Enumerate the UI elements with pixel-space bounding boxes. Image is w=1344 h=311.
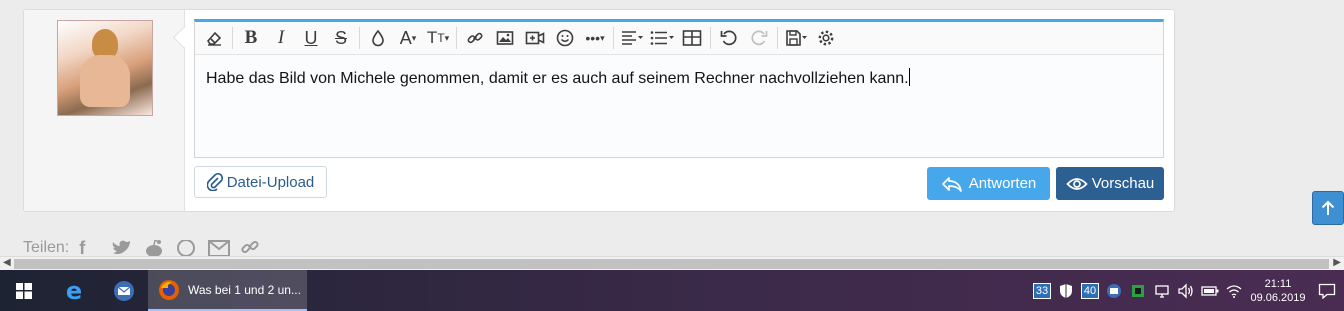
edge-taskbar-button[interactable]: e bbox=[50, 270, 98, 311]
list-icon[interactable] bbox=[647, 24, 677, 52]
firefox-task[interactable]: Was bei 1 und 2 un... bbox=[148, 270, 307, 311]
paperclip-icon bbox=[206, 173, 223, 191]
scroll-left-arrow[interactable]: ◀ bbox=[3, 257, 11, 268]
facebook-icon[interactable]: f bbox=[79, 240, 101, 256]
wifi-icon[interactable] bbox=[1222, 281, 1246, 301]
undo-icon[interactable] bbox=[714, 24, 744, 52]
italic-icon[interactable]: I bbox=[266, 24, 296, 52]
text-caret bbox=[908, 68, 910, 86]
file-upload-button[interactable]: Datei-Upload bbox=[194, 166, 327, 198]
green-app-icon[interactable] bbox=[1126, 281, 1150, 301]
more-icon[interactable]: ••• ▾ bbox=[580, 24, 610, 52]
preview-button[interactable]: Vorschau bbox=[1056, 167, 1164, 200]
bold-icon[interactable]: B bbox=[236, 24, 266, 52]
reddit-icon[interactable] bbox=[143, 240, 165, 256]
editor-toolbar: B I U S A ▾ T T ▾ ••• ▾ bbox=[195, 22, 1163, 55]
settings-icon[interactable] bbox=[811, 24, 841, 52]
twitter-icon[interactable] bbox=[111, 240, 133, 256]
underline-icon[interactable]: U bbox=[296, 24, 326, 52]
battery-icon[interactable] bbox=[1198, 281, 1222, 301]
horizontal-scrollbar[interactable]: ◀ ▶ bbox=[0, 256, 1344, 271]
windows-icon bbox=[16, 282, 32, 299]
editor-text: Habe das Bild von Michele genommen, dami… bbox=[206, 70, 909, 87]
link-icon[interactable] bbox=[460, 24, 490, 52]
clock[interactable]: 21:11 09.06.2019 bbox=[1246, 277, 1310, 305]
clock-date: 09.06.2019 bbox=[1250, 291, 1306, 304]
scroll-right-arrow[interactable]: ▶ bbox=[1333, 257, 1341, 268]
media-icon[interactable] bbox=[520, 24, 550, 52]
share-link-icon[interactable] bbox=[239, 240, 261, 256]
scroll-to-top-button[interactable] bbox=[1312, 191, 1344, 225]
eye-icon bbox=[1066, 177, 1088, 190]
edge-icon: e bbox=[65, 276, 83, 305]
reply-button[interactable]: Antworten bbox=[927, 167, 1050, 200]
image-icon[interactable] bbox=[490, 24, 520, 52]
mail-client-icon bbox=[114, 280, 134, 301]
arrow-up-icon bbox=[1321, 200, 1335, 215]
firefox-icon bbox=[159, 279, 179, 300]
drafts-icon[interactable] bbox=[781, 24, 811, 52]
action-center-button[interactable] bbox=[1310, 270, 1344, 311]
system-tray: 33 40 21:11 09.06.2019 bbox=[1030, 270, 1344, 311]
share-row: Teilen: f bbox=[23, 240, 261, 256]
windows-taskbar: e Was bei 1 und 2 un... 33 40 21:11 09.0… bbox=[0, 270, 1344, 311]
whatsapp-icon[interactable] bbox=[175, 240, 197, 256]
mail-taskbar-button[interactable] bbox=[100, 270, 148, 311]
editor-content[interactable]: Habe das Bild von Michele genommen, dami… bbox=[206, 68, 910, 88]
font-family-icon[interactable]: A ▾ bbox=[393, 24, 423, 52]
network-tray-icon[interactable] bbox=[1150, 281, 1174, 301]
reply-label: Antworten bbox=[968, 175, 1037, 192]
notification-icon bbox=[1318, 283, 1336, 299]
reply-icon bbox=[941, 176, 962, 192]
table-icon[interactable] bbox=[677, 24, 707, 52]
volume-icon[interactable] bbox=[1174, 281, 1198, 301]
eraser-icon[interactable] bbox=[199, 24, 229, 52]
align-icon[interactable] bbox=[617, 24, 647, 52]
redo-icon[interactable] bbox=[744, 24, 774, 52]
strikethrough-icon[interactable]: S bbox=[326, 24, 356, 52]
tray-badge-1[interactable]: 33 bbox=[1030, 281, 1054, 301]
mail-tray-icon[interactable] bbox=[1102, 281, 1126, 301]
start-button[interactable] bbox=[0, 270, 48, 311]
rich-text-editor[interactable]: B I U S A ▾ T T ▾ ••• ▾ Habe das Bild vo… bbox=[194, 19, 1164, 158]
emoji-icon[interactable] bbox=[550, 24, 580, 52]
font-size-icon[interactable]: T T ▾ bbox=[423, 24, 453, 52]
file-upload-label: Datei-Upload bbox=[226, 173, 315, 191]
clock-time: 21:11 bbox=[1264, 277, 1292, 290]
tray-badge-2[interactable]: 40 bbox=[1078, 281, 1102, 301]
firefox-task-title: Was bei 1 und 2 un... bbox=[188, 282, 301, 297]
avatar[interactable] bbox=[57, 20, 153, 116]
reply-card: B I U S A ▾ T T ▾ ••• ▾ Habe das Bild vo… bbox=[23, 9, 1175, 212]
scrollbar-thumb[interactable] bbox=[14, 259, 1329, 269]
text-color-icon[interactable] bbox=[363, 24, 393, 52]
share-label: Teilen: bbox=[23, 240, 70, 256]
page-background: B I U S A ▾ T T ▾ ••• ▾ Habe das Bild vo… bbox=[0, 0, 1344, 256]
shield-icon[interactable] bbox=[1054, 281, 1078, 301]
email-icon[interactable] bbox=[207, 240, 231, 256]
avatar-column bbox=[24, 10, 185, 211]
preview-label: Vorschau bbox=[1091, 175, 1155, 192]
